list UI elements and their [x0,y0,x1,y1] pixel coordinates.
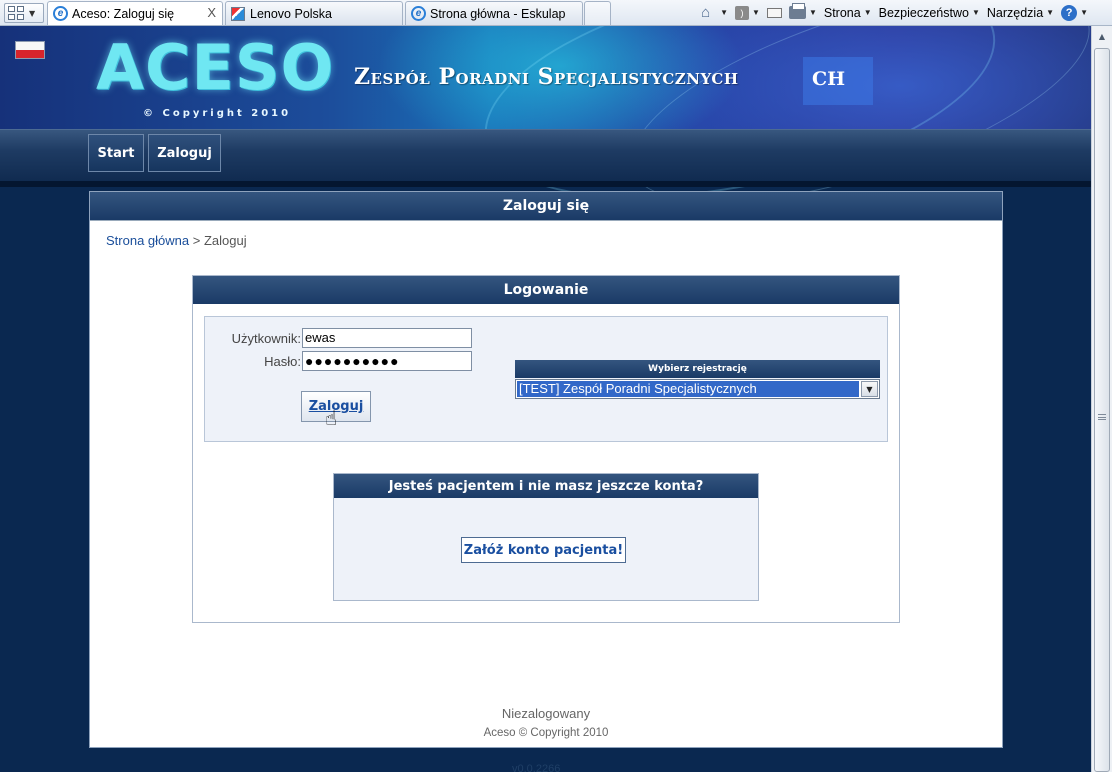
chevron-down-icon: ▼ [752,8,760,17]
footer-copyright: Aceso © Copyright 2010 [483,727,609,739]
username-input[interactable]: ewas [302,328,472,348]
print-button[interactable]: ▼ [788,3,817,19]
tools-menu-label: Narzędzia [986,5,1044,20]
tab-title: Lenovo Polska [250,6,333,21]
tab-aceso[interactable]: e Aceso: Zaloguj się X [47,1,223,25]
chevron-down-icon: ▼ [720,8,729,17]
web-page: ACESO © Copyright 2010 CH Zespół Poradni… [0,26,1091,772]
new-tab-button[interactable] [584,1,611,25]
nav-login-button[interactable]: Zaloguj [148,134,221,172]
tab-eskulap[interactable]: e Strona główna - Eskulap [405,1,583,25]
breadcrumb-home-link[interactable]: Strona główna [106,233,189,248]
quick-tabs-icon [8,6,24,20]
printer-icon [788,3,806,19]
registration-header: Wybierz rejestrację [515,360,880,378]
ie-page-icon: e [53,6,68,21]
chevron-down-icon: ▼ [29,8,36,18]
lenovo-favicon-icon [231,6,245,21]
version-label: v0.0.2266 [512,763,561,772]
aceso-logo: ACESO [96,31,335,104]
tab-title: Aceso: Zaloguj się [72,6,175,21]
password-label: Hasło: [264,354,301,369]
registration-select[interactable]: [TEST] Zespół Poradni Specjalistycznych … [515,379,880,399]
chevron-down-icon: ▼ [1080,8,1088,17]
safety-menu[interactable]: Bezpieczeństwo ▼ [879,6,980,20]
tools-menu[interactable]: Narzędzia ▼ [987,6,1054,20]
breadcrumb-separator: > [189,233,204,248]
close-icon[interactable]: X [207,5,216,20]
login-title: Logowanie [193,276,899,304]
quick-tabs-button[interactable]: ▼ [4,3,44,23]
chevron-down-icon: ▼ [808,8,817,17]
help-icon: ? [1061,4,1078,21]
patient-signup-box: Jesteś pacjentem i nie masz jeszcze kont… [333,473,759,601]
scroll-up-icon[interactable]: ▲ [1094,28,1110,44]
nav-shadow-band [0,181,1091,187]
login-form: Użytkownik: ewas Hasło: ●●●●●●●●●● Zalog… [204,316,888,442]
username-label: Użytkownik: [231,331,301,346]
breadcrumb: Strona główna > Zaloguj [106,233,247,248]
browser-tab-bar: ▼ e Aceso: Zaloguj się X Lenovo Polska e… [0,0,1112,26]
home-button[interactable]: ⌂ ▼ [701,3,729,21]
page-menu[interactable]: Strona ▼ [824,6,872,20]
patient-signup-question: Jesteś pacjentem i nie masz jeszcze kont… [334,474,758,498]
grip-icon [1098,414,1106,420]
page-menu-label: Strona [823,5,861,20]
tab-lenovo[interactable]: Lenovo Polska [225,1,403,25]
login-box: Logowanie Użytkownik: ewas Hasło: ●●●●●●… [192,275,900,623]
mail-button[interactable] [766,7,782,18]
polish-flag-icon[interactable] [15,41,45,59]
command-bar: ⌂ ▼ ) ▼ ▼ Strona ▼ Bezpieczeństwo ▼ Narz… [694,0,1088,25]
tab-title: Strona główna - Eskulap [430,6,566,21]
chevron-down-icon: ▼ [863,8,872,17]
vertical-scrollbar[interactable]: ▲ [1091,26,1112,772]
help-menu[interactable]: ? ▼ [1061,4,1088,21]
chevron-down-icon: ▼ [1046,8,1055,17]
breadcrumb-current: Zaloguj [203,233,247,248]
nav-start-button[interactable]: Start [88,134,144,172]
rss-icon: ) [735,5,750,20]
home-icon: ⌂ [701,3,711,21]
registration-selected-value: [TEST] Zespół Poradni Specjalistycznych [517,381,859,397]
main-nav: Start Zaloguj [0,129,1091,181]
scroll-thumb[interactable] [1094,48,1110,772]
chevron-down-icon: ▼ [971,8,980,17]
feeds-button[interactable]: ) ▼ [735,5,760,20]
site-title: Zespół Poradni Specjalistycznych [354,64,739,90]
password-input[interactable]: ●●●●●●●●●● [302,351,472,371]
chevron-down-icon[interactable]: ▼ [861,381,878,397]
main-panel: Zaloguj się Strona główna > Zaloguj Logo… [89,191,1003,748]
safety-menu-label: Bezpieczeństwo [878,5,969,20]
hand-cursor-icon: ☝ [325,406,338,430]
banner-copyright: © Copyright 2010 [143,108,292,119]
create-patient-account-button[interactable]: Załóż konto pacjenta! [461,537,626,563]
login-status: Niezalogowany [501,706,591,721]
panel-title: Zaloguj się [90,192,1002,221]
header-banner: ACESO © Copyright 2010 CH Zespół Poradni… [0,26,1091,247]
mail-icon [766,7,782,18]
banner-title-tail: CH [812,68,846,90]
ie-page-icon: e [411,6,426,21]
